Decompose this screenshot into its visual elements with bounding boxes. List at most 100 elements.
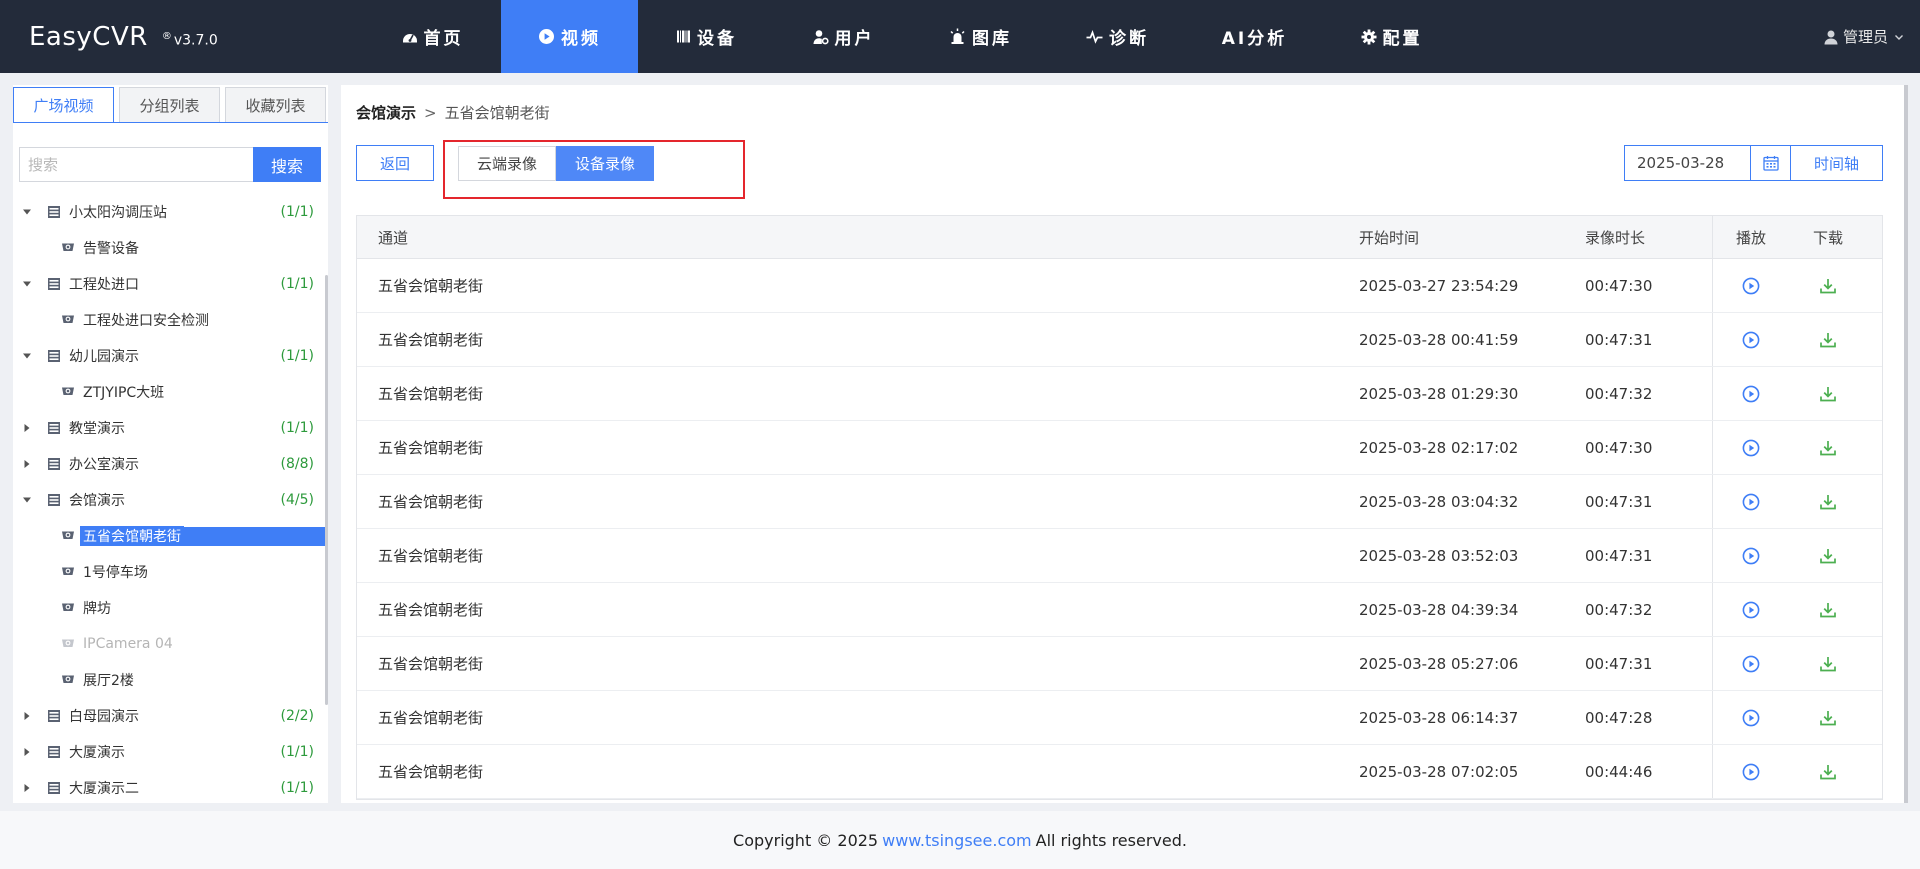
tab-favorite-list[interactable]: 收藏列表: [225, 87, 326, 123]
breadcrumb-parent[interactable]: 会馆演示: [356, 104, 416, 122]
barcode-icon: [676, 29, 691, 44]
tree-camera[interactable]: 展厅2楼: [13, 662, 328, 698]
tree-group[interactable]: 幼儿园演示 (1/1): [13, 338, 328, 374]
nav-item-3[interactable]: 用户: [775, 0, 912, 73]
nav-item-6[interactable]: AI分析: [1186, 0, 1323, 73]
play-icon[interactable]: [1742, 709, 1760, 727]
cloud-record-button[interactable]: 云端录像: [458, 146, 556, 181]
tree-camera[interactable]: ZTJYIPC大班: [13, 374, 328, 410]
tab-underline: [13, 122, 328, 123]
tree-camera[interactable]: 工程处进口安全检测: [13, 302, 328, 338]
search-input[interactable]: [19, 147, 253, 182]
nav-item-4[interactable]: 图库: [912, 0, 1049, 73]
download-icon[interactable]: [1819, 655, 1837, 673]
tree-group-label: 大厦演示二: [69, 781, 139, 797]
device-group-icon: [47, 277, 61, 291]
table-row: 五省会馆朝老街 2025-03-28 01:29:30 00:47:32: [357, 367, 1882, 421]
caret-right-icon[interactable]: [21, 422, 33, 434]
play-icon[interactable]: [1742, 763, 1760, 781]
download-icon[interactable]: [1819, 385, 1837, 403]
caret-right-icon[interactable]: [21, 458, 33, 470]
sidebar-tabs: 广场视频 分组列表 收藏列表: [13, 87, 328, 123]
table-row: 五省会馆朝老街 2025-03-27 23:54:29 00:47:30: [357, 259, 1882, 313]
footer-link[interactable]: www.tsingsee.com: [882, 831, 1032, 850]
main-scrollbar[interactable]: [1904, 85, 1908, 803]
caret-down-icon[interactable]: [21, 350, 33, 362]
caret-down-icon[interactable]: [21, 494, 33, 506]
tree-group[interactable]: 教堂演示 (1/1): [13, 410, 328, 446]
tree-group[interactable]: 大厦演示二 (1/1): [13, 770, 328, 803]
nav-item-2[interactable]: 设备: [638, 0, 775, 73]
tree-group[interactable]: 大厦演示 (1/1): [13, 734, 328, 770]
download-icon[interactable]: [1819, 439, 1837, 457]
calendar-button[interactable]: [1750, 145, 1791, 181]
tab-square-video[interactable]: 广场视频: [13, 87, 114, 123]
top-navbar: EasyCVR ® v3.7.0 首页 视频 设备 用户 图库 诊断 AI分析 配置 管理员: [0, 0, 1920, 73]
play-icon[interactable]: [1742, 547, 1760, 565]
download-icon[interactable]: [1819, 277, 1837, 295]
download-icon[interactable]: [1819, 601, 1837, 619]
table-row: 五省会馆朝老街 2025-03-28 06:14:37 00:47:28: [357, 691, 1882, 745]
tree-camera[interactable]: 告警设备: [13, 230, 328, 266]
caret-right-icon[interactable]: [21, 746, 33, 758]
cell-start-time: 2025-03-28 07:02:05: [1359, 762, 1519, 781]
cell-start-time: 2025-03-28 05:27:06: [1359, 654, 1519, 673]
caret-down-icon[interactable]: [21, 278, 33, 290]
tree-group-count: (1/1): [280, 420, 314, 436]
download-icon[interactable]: [1819, 709, 1837, 727]
timeline-button[interactable]: 时间轴: [1791, 145, 1883, 181]
download-icon[interactable]: [1819, 331, 1837, 349]
cell-channel: 五省会馆朝老街: [378, 601, 484, 619]
nav-item-0[interactable]: 首页: [364, 0, 501, 73]
cell-duration: 00:47:32: [1585, 384, 1653, 403]
device-group-icon: [47, 745, 61, 759]
play-icon[interactable]: [1742, 493, 1760, 511]
download-icon[interactable]: [1819, 493, 1837, 511]
table-row: 五省会馆朝老街 2025-03-28 02:17:02 00:47:30: [357, 421, 1882, 475]
caret-right-icon[interactable]: [21, 710, 33, 722]
search-button[interactable]: 搜索: [253, 147, 321, 182]
tree-group[interactable]: 工程处进口 (1/1): [13, 266, 328, 302]
date-input[interactable]: 2025-03-28: [1624, 145, 1750, 181]
tree-group[interactable]: 办公室演示 (8/8): [13, 446, 328, 482]
tree-group[interactable]: 白母园演示 (2/2): [13, 698, 328, 734]
nav-item-5[interactable]: 诊断: [1049, 0, 1186, 73]
tab-group-list[interactable]: 分组列表: [119, 87, 220, 123]
nav-item-1[interactable]: 视频: [501, 0, 638, 73]
camera-icon: [61, 674, 75, 686]
tree-camera[interactable]: 五省会馆朝老街: [13, 518, 328, 554]
download-cell: [1789, 313, 1867, 366]
play-icon[interactable]: [1742, 439, 1760, 457]
back-button[interactable]: 返回: [356, 145, 434, 181]
app-version: ® v3.7.0: [161, 30, 218, 49]
tree-camera-label: 工程处进口安全检测: [83, 313, 209, 329]
tree-camera[interactable]: 1号停车场: [13, 554, 328, 590]
download-icon[interactable]: [1819, 763, 1837, 781]
cell-start-time: 2025-03-28 01:29:30: [1359, 384, 1519, 403]
tree-group-count: (1/1): [280, 204, 314, 220]
play-icon[interactable]: [1742, 601, 1760, 619]
download-icon[interactable]: [1819, 547, 1837, 565]
tree-camera[interactable]: IPCamera 04: [13, 626, 328, 662]
tree-group[interactable]: 小太阳沟调压站 (1/1): [13, 194, 328, 230]
device-group-icon: [47, 493, 61, 507]
caret-down-icon[interactable]: [21, 206, 33, 218]
caret-right-icon[interactable]: [21, 782, 33, 794]
sidebar-scrollbar[interactable]: [325, 275, 328, 705]
nav-item-7[interactable]: 配置: [1323, 0, 1460, 73]
cell-start-time: 2025-03-27 23:54:29: [1359, 276, 1519, 295]
breadcrumb-separator: >: [424, 104, 437, 122]
cell-channel: 五省会馆朝老街: [378, 439, 484, 457]
table-row: 五省会馆朝老街 2025-03-28 04:39:34 00:47:32: [357, 583, 1882, 637]
tree-camera[interactable]: 牌坊: [13, 590, 328, 626]
play-icon[interactable]: [1742, 655, 1760, 673]
play-icon[interactable]: [1742, 331, 1760, 349]
tree-group-count: (1/1): [280, 744, 314, 760]
play-icon[interactable]: [1742, 385, 1760, 403]
device-record-button[interactable]: 设备录像: [556, 146, 654, 181]
user-menu[interactable]: 管理员: [1823, 0, 1904, 73]
device-group-icon: [47, 781, 61, 795]
tree-group[interactable]: 会馆演示 (4/5): [13, 482, 328, 518]
play-icon[interactable]: [1742, 277, 1760, 295]
nav-item-label: 图库: [972, 29, 1012, 49]
